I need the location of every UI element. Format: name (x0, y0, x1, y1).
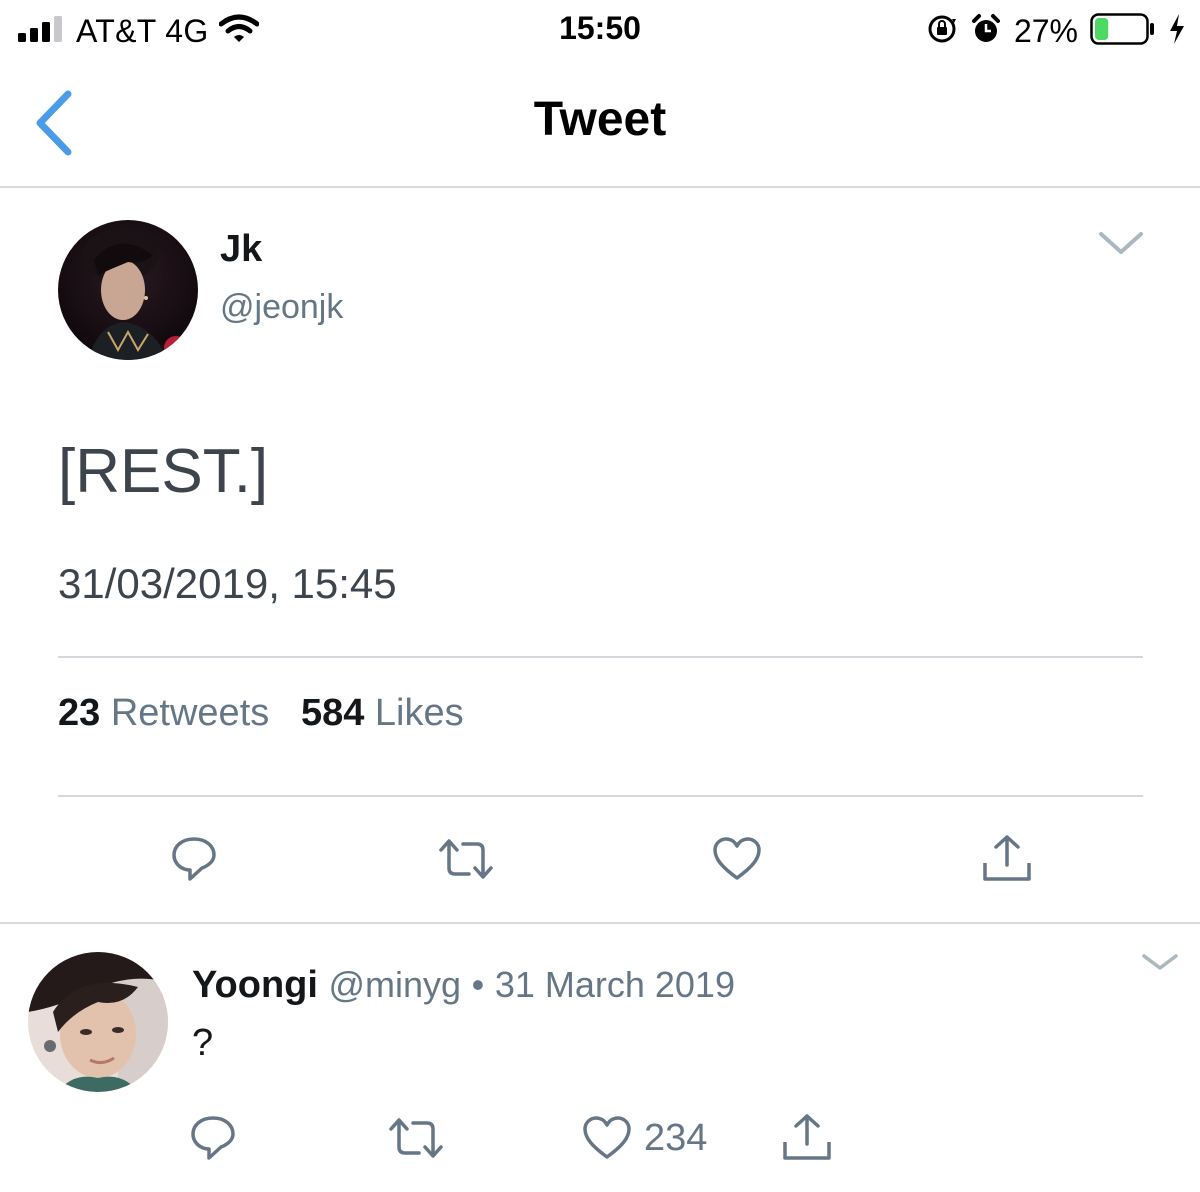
meta-separator: • (471, 964, 485, 1005)
author-handle[interactable]: @jeonjk (220, 288, 343, 327)
tweet-timestamp: 31/03/2019, 15:45 (58, 560, 397, 607)
like-icon (583, 1116, 631, 1159)
reply-menu-button[interactable] (1140, 948, 1180, 978)
chevron-down-icon (1142, 954, 1178, 970)
author-avatar[interactable] (58, 220, 198, 360)
share-button[interactable] (972, 824, 1042, 894)
share-icon (983, 835, 1031, 881)
tweet-stats: 23 Retweets 584 Likes (58, 692, 464, 735)
reply-retweet-button[interactable] (381, 1104, 451, 1172)
reply-icon (172, 837, 216, 881)
likes-label: Likes (374, 692, 464, 734)
divider (0, 922, 1200, 924)
author-name[interactable]: Jk (220, 228, 262, 271)
divider (58, 656, 1143, 658)
likes-stat[interactable]: 584 Likes (301, 692, 464, 735)
reply-icon (191, 1116, 235, 1160)
battery-icon (1090, 12, 1156, 50)
retweets-count: 23 (58, 692, 101, 734)
reply-like-button[interactable]: 234 (582, 1104, 707, 1172)
reply-date: 31 March 2019 (494, 964, 735, 1005)
share-icon (783, 1114, 831, 1160)
reply-author-avatar[interactable] (28, 952, 168, 1092)
reply-button[interactable] (159, 824, 229, 894)
orientation-lock-icon (926, 13, 958, 50)
reply-share-button[interactable] (772, 1104, 842, 1172)
alarm-icon (970, 13, 1002, 50)
like-button[interactable] (702, 824, 772, 894)
page-title: Tweet (533, 93, 667, 146)
charging-icon (1168, 13, 1186, 49)
retweet-icon (389, 1118, 443, 1158)
reply-like-count: 234 (644, 1116, 708, 1159)
reply-text: ? (192, 1022, 214, 1064)
chevron-down-icon (1099, 232, 1143, 254)
battery-percentage: 27% (1013, 12, 1078, 49)
nav-bar: Tweet (0, 62, 1200, 188)
reply-author-name[interactable]: Yoongi (192, 964, 318, 1006)
retweets-label: Retweets (110, 692, 270, 734)
status-right: 27% (926, 10, 1186, 52)
tweet-menu-button[interactable] (1096, 224, 1146, 264)
reply-reply-button[interactable] (178, 1104, 248, 1172)
reply-header: Yoongi @minyg • 31 March 2019 (192, 964, 735, 1007)
status-bar: AT&T 4G 15:50 27% (0, 0, 1200, 62)
divider (58, 795, 1143, 797)
reply-author-handle[interactable]: @minyg (329, 964, 462, 1005)
retweet-button[interactable] (431, 824, 501, 894)
retweet-icon (439, 839, 493, 879)
retweets-stat[interactable]: 23 Retweets (58, 692, 269, 735)
like-icon (713, 837, 761, 880)
tweet-text: [REST.] (58, 437, 269, 506)
likes-count: 584 (300, 692, 365, 734)
